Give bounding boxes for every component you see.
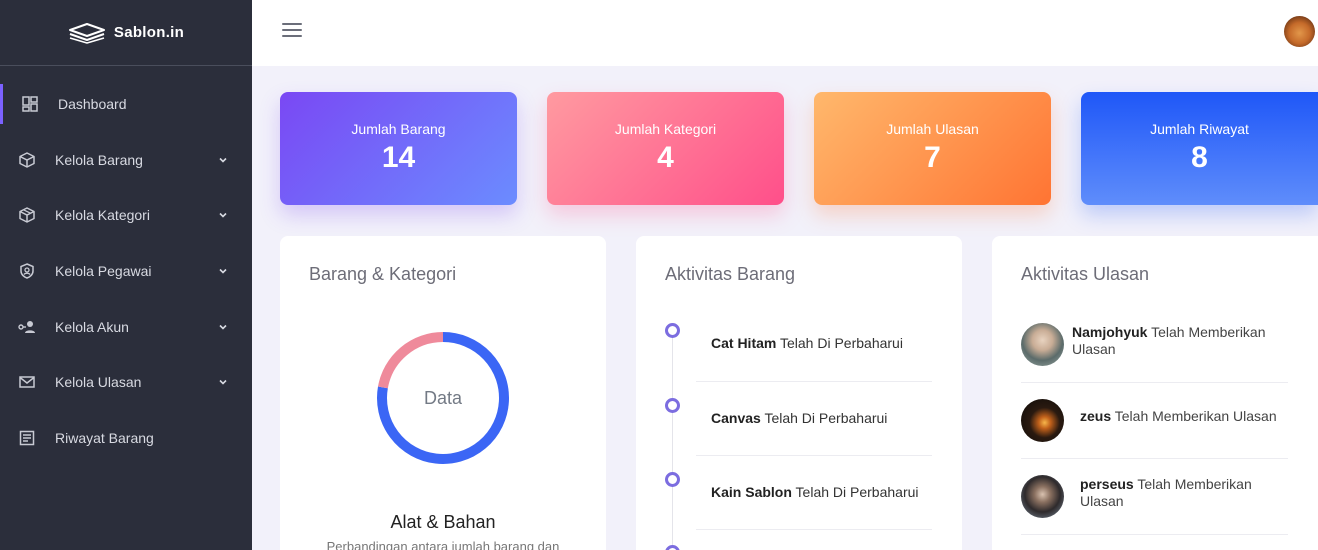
stat-card-barang: Jumlah Barang 14 xyxy=(280,92,517,205)
divider xyxy=(1021,382,1288,383)
timeline-dot xyxy=(665,472,680,487)
avatar[interactable] xyxy=(1021,475,1064,518)
review-text: Telah Memberikan xyxy=(1137,476,1252,492)
reviews-panel: Aktivitas Ulasan Namjohyuk Telah Memberi… xyxy=(992,236,1318,550)
mail-icon xyxy=(18,373,36,391)
review-item: perseus Telah Memberikan Ulasan xyxy=(1080,476,1280,510)
sidebar-item-label: Kelola Pegawai xyxy=(55,263,152,279)
stat-title: Jumlah Kategori xyxy=(614,121,717,137)
timeline-item-text: Telah Di Perbaharui xyxy=(764,410,888,426)
sidebar-item-label: Riwayat Barang xyxy=(55,430,154,446)
review-item: Namjohyuk Telah Memberikan Ulasan xyxy=(1072,324,1282,358)
brand[interactable]: Sablon.in xyxy=(0,0,252,66)
stat-value: 4 xyxy=(657,141,674,174)
box-icon xyxy=(18,151,36,169)
shield-user-icon xyxy=(18,262,36,280)
sidebar: Sablon.in Dashboard Kelola Barang Kelola… xyxy=(0,0,252,550)
sidebar-item-kelola-pegawai[interactable]: Kelola Pegawai xyxy=(0,251,252,291)
chevron-down-icon xyxy=(219,268,227,274)
timeline-item: Canvas Telah Di Perbaharui xyxy=(711,410,887,426)
panel-title: Barang & Kategori xyxy=(309,264,457,284)
stat-title: Jumlah Ulasan xyxy=(886,121,979,137)
sidebar-item-kelola-akun[interactable]: Kelola Akun xyxy=(0,307,252,347)
sidebar-item-riwayat-barang[interactable]: Riwayat Barang xyxy=(0,418,252,458)
stat-title: Jumlah Riwayat xyxy=(1150,121,1249,137)
timeline-item-text: Telah Di Perbaharui xyxy=(795,484,919,500)
stat-value: 8 xyxy=(1191,141,1208,174)
divider xyxy=(1021,458,1288,459)
review-text: Ulasan xyxy=(1072,341,1116,357)
reviewer-name: Namjohyuk xyxy=(1072,324,1148,340)
sidebar-item-kelola-ulasan[interactable]: Kelola Ulasan xyxy=(0,362,252,402)
chevron-down-icon xyxy=(219,379,227,385)
donut-center-label: Data xyxy=(423,387,463,408)
user-avatar[interactable] xyxy=(1284,16,1315,47)
chart-subcaption: Perbandingan antara jumlah barang dan xyxy=(326,539,560,550)
timeline-item-name: Kain Sablon xyxy=(711,484,792,500)
sidebar-item-label: Kelola Akun xyxy=(55,319,129,335)
reviewer-name: zeus xyxy=(1080,408,1112,424)
dashboard-icon xyxy=(21,95,39,113)
divider xyxy=(696,529,932,530)
sidebar-item-dashboard[interactable]: Dashboard xyxy=(0,84,252,124)
reviewer-name: perseus xyxy=(1080,476,1134,492)
chevron-down-icon xyxy=(219,157,227,163)
timeline-item-name: Canvas xyxy=(711,410,761,426)
divider xyxy=(696,455,932,456)
box-icon xyxy=(18,206,36,224)
brand-name: Sablon.in xyxy=(113,24,185,41)
timeline-item: Cat Hitam Telah Di Perbaharui xyxy=(711,335,903,351)
chevron-down-icon xyxy=(219,324,227,330)
timeline-dot xyxy=(665,323,680,338)
divider xyxy=(1021,534,1288,535)
chart-caption: Alat & Bahan xyxy=(390,512,496,532)
panel-title: Aktivitas Barang xyxy=(665,264,796,284)
timeline-item-name: Cat Hitam xyxy=(711,335,777,351)
stat-title: Jumlah Barang xyxy=(351,121,446,137)
stat-card-riwayat: Jumlah Riwayat 8 xyxy=(1081,92,1318,205)
avatar[interactable] xyxy=(1021,323,1064,366)
timeline-item: Kain Sablon Telah Di Perbaharui xyxy=(711,484,919,500)
topbar xyxy=(252,0,1318,66)
timeline-dot xyxy=(665,545,680,550)
sidebar-item-kelola-kategori[interactable]: Kelola Kategori xyxy=(0,195,252,235)
review-item: zeus Telah Memberikan Ulasan xyxy=(1080,408,1290,425)
sidebar-item-label: Kelola Barang xyxy=(55,152,143,168)
sidebar-item-label: Kelola Ulasan xyxy=(55,374,142,390)
timeline-line xyxy=(672,336,673,550)
divider xyxy=(696,381,932,382)
layers-logo-icon xyxy=(68,22,105,44)
review-text: Telah Memberikan xyxy=(1151,324,1266,340)
chart-panel: Barang & Kategori Data Alat & Bahan Perb… xyxy=(280,236,606,550)
sidebar-item-label: Dashboard xyxy=(58,96,127,112)
stat-value: 7 xyxy=(924,141,941,174)
avatar[interactable] xyxy=(1021,399,1064,442)
stat-card-kategori: Jumlah Kategori 4 xyxy=(547,92,784,205)
sidebar-item-kelola-barang[interactable]: Kelola Barang xyxy=(0,140,252,180)
menu-toggle-icon[interactable] xyxy=(282,23,302,39)
stat-card-ulasan: Jumlah Ulasan 7 xyxy=(814,92,1051,205)
activity-panel: Aktivitas Barang Cat Hitam Telah Di Perb… xyxy=(636,236,962,550)
list-icon xyxy=(18,429,36,447)
user-key-icon xyxy=(18,318,36,336)
stat-value: 14 xyxy=(381,141,416,174)
review-text: Ulasan xyxy=(1080,493,1124,509)
chevron-down-icon xyxy=(219,212,227,218)
timeline-dot xyxy=(665,398,680,413)
review-text: Telah Memberikan Ulasan xyxy=(1114,408,1277,424)
panel-title: Aktivitas Ulasan xyxy=(1021,264,1150,284)
sidebar-item-label: Kelola Kategori xyxy=(55,207,150,223)
timeline-item-text: Telah Di Perbaharui xyxy=(780,335,903,351)
